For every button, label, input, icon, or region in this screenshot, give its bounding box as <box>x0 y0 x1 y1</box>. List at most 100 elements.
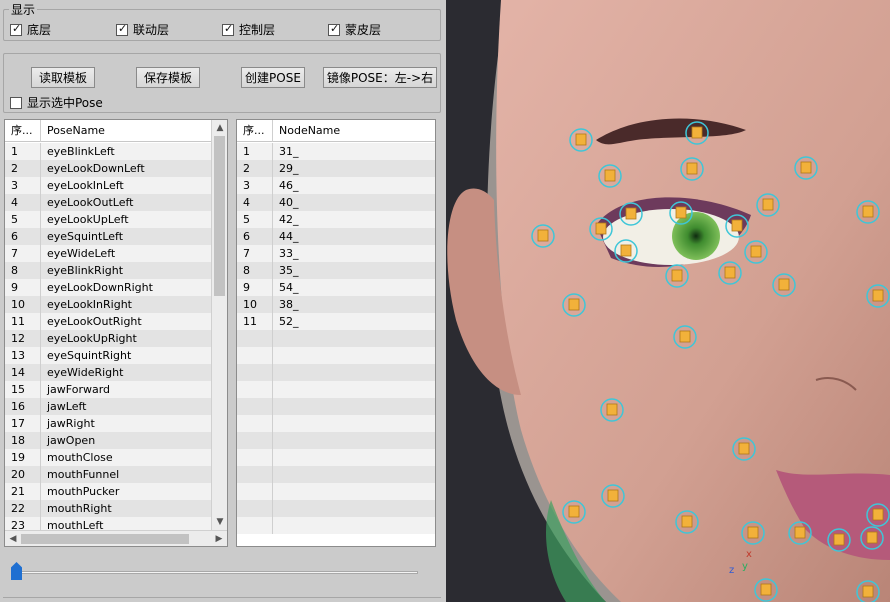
create-pose-button[interactable]: 创建POSE <box>241 67 305 88</box>
table-row[interactable]: 3 eyeLookInLeft <box>5 177 212 194</box>
checkbox-base-layer[interactable]: 底层 <box>10 21 51 38</box>
pose-col-name-header[interactable]: PoseName <box>41 120 212 142</box>
control-marker-icon[interactable] <box>575 133 587 146</box>
table-row[interactable]: 6 eyeSquintLeft <box>5 228 212 245</box>
node-col-index-header[interactable]: 序... <box>237 120 273 142</box>
table-row[interactable]: 18 jawOpen <box>5 432 212 449</box>
checkbox-box[interactable] <box>116 22 128 36</box>
control-marker-icon[interactable] <box>747 526 759 539</box>
table-row[interactable] <box>237 381 435 398</box>
control-marker-icon[interactable] <box>872 508 884 521</box>
table-row[interactable] <box>237 466 435 483</box>
control-marker-icon[interactable] <box>862 205 874 218</box>
pose-list-vscrollbar[interactable]: ▲ ▼ <box>211 120 227 530</box>
table-row[interactable]: 11 52_ <box>237 313 435 330</box>
control-marker-icon[interactable] <box>607 489 619 502</box>
table-row[interactable]: 5 42_ <box>237 211 435 228</box>
table-row[interactable]: 8 35_ <box>237 262 435 279</box>
control-marker-icon[interactable] <box>679 330 691 343</box>
control-marker-icon[interactable] <box>760 583 772 596</box>
face-render[interactable]: x y z <box>446 0 890 602</box>
control-marker-icon[interactable] <box>681 515 693 528</box>
control-marker-icon[interactable] <box>731 219 743 232</box>
table-row[interactable]: 21 mouthPucker <box>5 483 212 500</box>
checkbox-linked-layer[interactable]: 联动层 <box>116 21 169 38</box>
scroll-right-icon[interactable]: ▶ <box>211 531 227 546</box>
table-row[interactable]: 1 31_ <box>237 143 435 160</box>
3d-viewport[interactable]: x y z <box>446 0 890 602</box>
pose-weight-slider-track[interactable] <box>12 571 418 574</box>
table-row[interactable] <box>237 364 435 381</box>
checkbox-box[interactable] <box>10 22 22 36</box>
node-list[interactable]: 序... NodeName 1 31_ 2 29_ 3 46_ 4 40_ 5 42_ 6 44_ 7 3… <box>236 119 436 547</box>
table-row[interactable]: 10 eyeLookInRight <box>5 296 212 313</box>
table-row[interactable]: 9 eyeLookDownRight <box>5 279 212 296</box>
table-row[interactable]: 7 33_ <box>237 245 435 262</box>
table-row[interactable]: 4 eyeLookOutLeft <box>5 194 212 211</box>
table-row[interactable]: 6 44_ <box>237 228 435 245</box>
control-marker-icon[interactable] <box>738 442 750 455</box>
table-row[interactable]: 8 eyeBlinkRight <box>5 262 212 279</box>
table-row[interactable] <box>237 398 435 415</box>
table-row[interactable] <box>237 483 435 500</box>
table-row[interactable]: 9 54_ <box>237 279 435 296</box>
scroll-up-icon[interactable]: ▲ <box>212 120 227 136</box>
pose-col-index-header[interactable]: 序... <box>5 120 41 142</box>
control-marker-icon[interactable] <box>691 126 703 139</box>
scroll-thumb[interactable] <box>21 534 189 544</box>
control-marker-icon[interactable] <box>625 207 637 220</box>
table-row[interactable] <box>237 517 435 534</box>
control-marker-icon[interactable] <box>866 531 878 544</box>
mirror-pose-button[interactable]: 镜像POSE：左->右 <box>323 67 437 88</box>
control-marker-icon[interactable] <box>794 526 806 539</box>
table-row[interactable]: 17 jawRight <box>5 415 212 432</box>
table-row[interactable]: 14 eyeWideRight <box>5 364 212 381</box>
control-marker-icon[interactable] <box>800 161 812 174</box>
control-marker-icon[interactable] <box>724 266 736 279</box>
control-marker-icon[interactable] <box>675 206 687 219</box>
table-row[interactable]: 1 eyeBlinkLeft <box>5 143 212 160</box>
table-row[interactable]: 4 40_ <box>237 194 435 211</box>
table-row[interactable]: 15 jawForward <box>5 381 212 398</box>
control-marker-icon[interactable] <box>537 229 549 242</box>
control-marker-icon[interactable] <box>750 245 762 258</box>
table-row[interactable]: 2 29_ <box>237 160 435 177</box>
table-row[interactable]: 22 mouthRight <box>5 500 212 517</box>
checkbox-skin-layer[interactable]: 蒙皮层 <box>328 21 381 38</box>
node-col-name-header[interactable]: NodeName <box>273 120 435 142</box>
control-marker-icon[interactable] <box>833 533 845 546</box>
table-row[interactable]: 5 eyeLookUpLeft <box>5 211 212 228</box>
table-row[interactable]: 3 46_ <box>237 177 435 194</box>
control-marker-icon[interactable] <box>762 198 774 211</box>
checkbox-box[interactable] <box>222 22 234 36</box>
control-marker-icon[interactable] <box>568 505 580 518</box>
control-marker-icon[interactable] <box>671 269 683 282</box>
control-marker-icon[interactable] <box>606 403 618 416</box>
pose-list-hscrollbar[interactable]: ◀ ▶ <box>5 530 227 546</box>
table-row[interactable]: 10 38_ <box>237 296 435 313</box>
show-selected-pose-checkbox[interactable]: 显示选中Pose <box>10 94 103 111</box>
checkbox-box[interactable] <box>328 22 340 36</box>
table-row[interactable]: 2 eyeLookDownLeft <box>5 160 212 177</box>
table-row[interactable]: 12 eyeLookUpRight <box>5 330 212 347</box>
table-row[interactable] <box>237 330 435 347</box>
pose-weight-slider-handle[interactable] <box>11 562 22 580</box>
table-row[interactable] <box>237 500 435 517</box>
table-row[interactable] <box>237 432 435 449</box>
control-marker-icon[interactable] <box>595 222 607 235</box>
control-marker-icon[interactable] <box>862 585 874 598</box>
scroll-thumb[interactable] <box>214 136 225 296</box>
control-marker-icon[interactable] <box>604 169 616 182</box>
table-row[interactable] <box>237 415 435 432</box>
scroll-left-icon[interactable]: ◀ <box>5 531 21 546</box>
table-row[interactable] <box>237 347 435 364</box>
load-template-button[interactable]: 读取模板 <box>31 67 95 88</box>
table-row[interactable]: 11 eyeLookOutRight <box>5 313 212 330</box>
control-marker-icon[interactable] <box>686 162 698 175</box>
table-row[interactable]: 20 mouthFunnel <box>5 466 212 483</box>
control-marker-icon[interactable] <box>568 298 580 311</box>
control-marker-icon[interactable] <box>872 289 884 302</box>
checkbox-box[interactable] <box>10 96 22 109</box>
table-row[interactable]: 13 eyeSquintRight <box>5 347 212 364</box>
table-row[interactable]: 16 jawLeft <box>5 398 212 415</box>
